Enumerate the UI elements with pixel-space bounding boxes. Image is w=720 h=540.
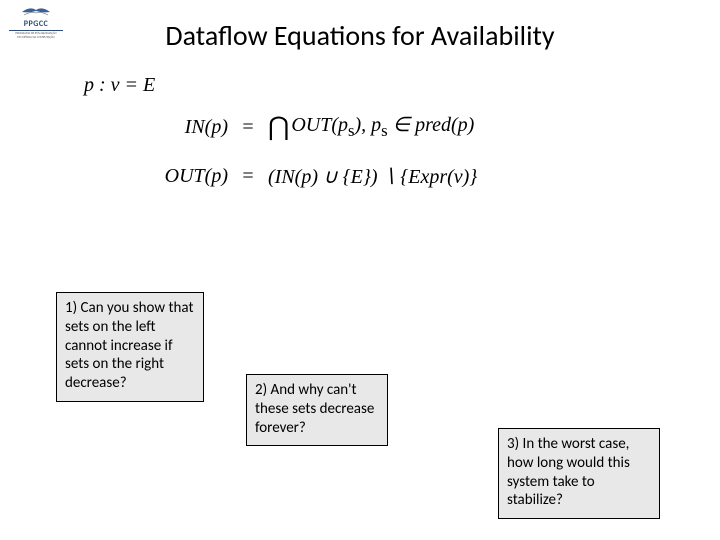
equation-block: IN(p) = ⋂OUT(ps), ps ∈ pred(p) OUT(p) = …	[130, 112, 477, 211]
in-rhs: ⋂OUT(ps), ps ∈ pred(p)	[268, 112, 474, 142]
in-lhs: IN(p)	[130, 116, 228, 139]
bigcap-icon: ⋂	[268, 112, 289, 142]
callout-q3: 3) In the worst case, how long would thi…	[498, 428, 660, 519]
bird-icon	[20, 4, 52, 18]
out-lhs: OUT(p)	[130, 165, 228, 188]
out-rhs: (IN(p) ∪ {E}) ∖ {Expr(v)}	[268, 164, 477, 189]
equals-sign: =	[228, 116, 268, 139]
equation-premise: p : v = E	[84, 74, 155, 97]
callout-q1: 1) Can you show that sets on the left ca…	[56, 292, 204, 402]
callout-q2: 2) And why can't these sets decrease for…	[246, 374, 388, 446]
slide-title: Dataflow Equations for Availability	[0, 18, 720, 53]
equation-in: IN(p) = ⋂OUT(ps), ps ∈ pred(p)	[130, 112, 477, 142]
equals-sign: =	[228, 165, 268, 188]
equation-out: OUT(p) = (IN(p) ∪ {E}) ∖ {Expr(v)}	[130, 164, 477, 189]
